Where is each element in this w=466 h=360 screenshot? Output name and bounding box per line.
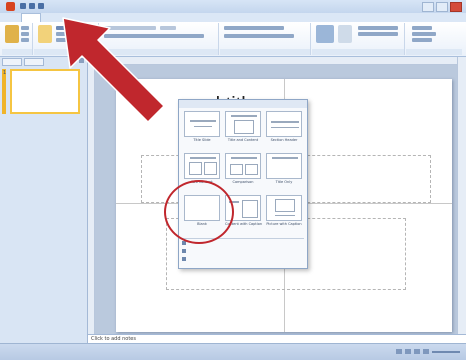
layout-comparison[interactable]: Comparison — [225, 153, 261, 184]
vertical-scrollbar[interactable] — [457, 57, 466, 334]
bullet-buttons[interactable] — [224, 26, 284, 30]
powerpoint-window: 1 d title ubtitle Title Slide — [0, 0, 466, 360]
normal-view-icon[interactable] — [396, 349, 402, 354]
minimize-button[interactable] — [422, 2, 434, 12]
drawing-group — [312, 23, 405, 55]
editing-group — [406, 23, 462, 55]
maximize-button[interactable] — [436, 2, 448, 12]
slide-number: 1 — [3, 70, 7, 76]
layout-thumbnail — [184, 153, 220, 179]
dropdown-command-3[interactable] — [182, 257, 186, 261]
reuse-icon — [182, 257, 186, 261]
annotation-arrow-icon — [62, 17, 165, 123]
tab-file[interactable] — [4, 13, 21, 22]
layout-thumbnail — [225, 153, 261, 179]
layout-label: Picture with Caption — [266, 222, 302, 226]
shape-fill-button[interactable] — [358, 26, 398, 30]
copy-icon[interactable] — [21, 32, 29, 36]
status-bar — [0, 343, 466, 360]
tab-home[interactable] — [20, 13, 42, 22]
pane-tabs — [2, 58, 44, 66]
layout-picture-with-caption[interactable]: Picture with Caption — [266, 195, 302, 226]
clipboard-group — [2, 23, 33, 55]
view-controls — [396, 349, 460, 354]
layout-thumbnail — [225, 111, 261, 137]
layout-label: Title Only — [275, 180, 293, 184]
layout-thumbnail — [184, 111, 220, 137]
layout-section-header[interactable]: Section Header — [266, 111, 302, 142]
layout-title-and-content[interactable]: Title and Content — [225, 111, 261, 142]
title-bar — [0, 0, 466, 14]
zoom-slider[interactable] — [432, 350, 460, 353]
outline-icon — [182, 249, 186, 253]
layout-thumbnail — [266, 195, 302, 221]
highlight-circle — [164, 180, 234, 244]
select-button[interactable] — [412, 38, 432, 42]
tab-insert[interactable] — [41, 13, 59, 22]
layout-label: Title Slide — [193, 138, 211, 142]
replace-button[interactable] — [412, 32, 436, 36]
cut-icon[interactable] — [21, 26, 29, 30]
layout-title-only[interactable]: Title Only — [266, 153, 302, 184]
close-button[interactable] — [450, 2, 462, 12]
paragraph-group — [220, 23, 311, 55]
redo-icon[interactable] — [38, 3, 44, 9]
save-icon[interactable] — [20, 3, 26, 9]
dropdown-header — [179, 100, 307, 108]
paste-icon[interactable] — [5, 25, 19, 43]
slideshow-view-icon[interactable] — [423, 349, 429, 354]
shapes-icon[interactable] — [316, 25, 334, 43]
reading-view-icon[interactable] — [414, 349, 420, 354]
layout-label: Section Header — [270, 138, 298, 142]
find-button[interactable] — [412, 26, 432, 30]
new-slide-icon[interactable] — [38, 25, 52, 43]
layout-label: Title and Content — [227, 138, 259, 142]
layout-title-slide[interactable]: Title Slide — [184, 111, 220, 142]
layout-thumbnail — [266, 111, 302, 137]
undo-icon[interactable] — [29, 3, 35, 9]
layout-thumbnail — [266, 153, 302, 179]
dropdown-command-2[interactable] — [182, 249, 186, 253]
format-painter-icon[interactable] — [21, 38, 29, 42]
tab-outline[interactable] — [24, 58, 44, 66]
office-button-icon[interactable] — [6, 2, 15, 11]
tab-slides[interactable] — [2, 58, 22, 66]
shape-outline-button[interactable] — [358, 32, 398, 36]
layout-label: Comparison — [232, 180, 254, 184]
arrange-icon[interactable] — [338, 25, 352, 43]
align-buttons[interactable] — [224, 34, 294, 38]
sorter-view-icon[interactable] — [405, 349, 411, 354]
window-controls — [422, 2, 462, 12]
quick-access-toolbar — [20, 3, 44, 9]
notes-placeholder: Click to add notes — [91, 336, 136, 342]
